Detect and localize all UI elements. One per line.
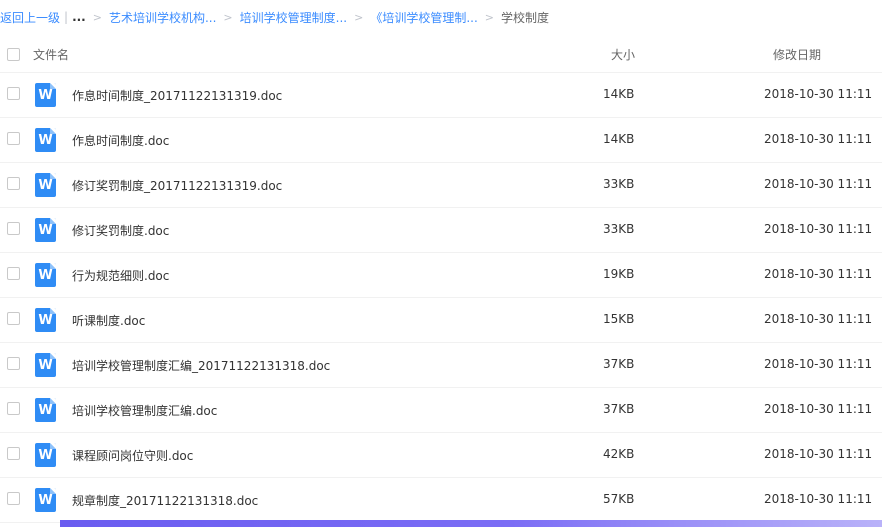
back-link[interactable]: 返回上一级 bbox=[0, 9, 60, 26]
file-row[interactable]: W 培训学校管理制度汇编.doc 37KB 2018-10-30 11:11 bbox=[0, 388, 882, 433]
file-modified-date: 2018-10-30 11:11 bbox=[764, 492, 873, 506]
file-size: 19KB bbox=[603, 267, 635, 281]
breadcrumb: 返回上一级 | ... > 艺术培训学校机构... > 培训学校管理制度... … bbox=[0, 0, 882, 34]
breadcrumb-ellipsis[interactable]: ... bbox=[72, 10, 86, 24]
breadcrumb-separator: > bbox=[223, 10, 233, 24]
file-name[interactable]: 作息时间制度.doc bbox=[72, 132, 169, 149]
file-modified-date: 2018-10-30 11:11 bbox=[764, 312, 873, 326]
word-doc-icon: W bbox=[35, 308, 56, 332]
file-list: W 作息时间制度_20171122131319.doc 14KB 2018-10… bbox=[0, 73, 882, 523]
file-name[interactable]: 修订奖罚制度.doc bbox=[72, 222, 169, 239]
file-name[interactable]: 培训学校管理制度汇编.doc bbox=[72, 402, 217, 419]
breadcrumb-separator: > bbox=[354, 10, 364, 24]
file-modified-date: 2018-10-30 11:11 bbox=[764, 267, 873, 281]
breadcrumb-item[interactable]: 艺术培训学校机构... bbox=[109, 9, 216, 26]
breadcrumb-item[interactable]: 《培训学校管理制... bbox=[370, 9, 477, 26]
file-row[interactable]: W 作息时间制度.doc 14KB 2018-10-30 11:11 bbox=[0, 118, 882, 163]
file-size: 14KB bbox=[603, 87, 635, 101]
file-name[interactable]: 修订奖罚制度_20171122131319.doc bbox=[72, 177, 282, 194]
file-row[interactable]: W 行为规范细则.doc 19KB 2018-10-30 11:11 bbox=[0, 253, 882, 298]
row-checkbox[interactable] bbox=[7, 402, 20, 415]
file-name[interactable]: 行为规范细则.doc bbox=[72, 267, 169, 284]
file-name[interactable]: 培训学校管理制度汇编_20171122131318.doc bbox=[72, 357, 330, 374]
file-modified-date: 2018-10-30 11:11 bbox=[764, 132, 873, 146]
word-doc-icon: W bbox=[35, 173, 56, 197]
row-checkbox[interactable] bbox=[7, 222, 20, 235]
file-list-header: 文件名 大小 修改日期 bbox=[0, 34, 882, 73]
breadcrumb-item[interactable]: 培训学校管理制度... bbox=[240, 9, 347, 26]
file-size: 37KB bbox=[603, 357, 635, 371]
row-checkbox[interactable] bbox=[7, 132, 20, 145]
breadcrumb-current: 学校制度 bbox=[500, 10, 549, 25]
word-doc-icon: W bbox=[35, 128, 56, 152]
column-header-modified[interactable]: 修改日期 bbox=[773, 46, 821, 63]
select-all-checkbox[interactable] bbox=[7, 48, 20, 61]
row-checkbox[interactable] bbox=[7, 312, 20, 325]
file-name[interactable]: 听课制度.doc bbox=[72, 312, 145, 329]
file-row[interactable]: W 作息时间制度_20171122131319.doc 14KB 2018-10… bbox=[0, 73, 882, 118]
breadcrumb-separator: > bbox=[484, 10, 494, 24]
bottom-banner-strip bbox=[60, 520, 882, 527]
row-checkbox[interactable] bbox=[7, 177, 20, 190]
file-modified-date: 2018-10-30 11:11 bbox=[764, 402, 873, 416]
file-size: 14KB bbox=[603, 132, 635, 146]
file-name[interactable]: 课程顾问岗位守则.doc bbox=[72, 447, 193, 464]
word-doc-icon: W bbox=[35, 443, 56, 467]
file-size: 33KB bbox=[603, 177, 635, 191]
file-modified-date: 2018-10-30 11:11 bbox=[764, 177, 873, 191]
column-header-size[interactable]: 大小 bbox=[611, 46, 635, 63]
word-doc-icon: W bbox=[35, 353, 56, 377]
column-header-name[interactable]: 文件名 bbox=[33, 46, 69, 63]
file-name[interactable]: 规章制度_20171122131318.doc bbox=[72, 492, 258, 509]
file-size: 37KB bbox=[603, 402, 635, 416]
file-row[interactable]: W 修订奖罚制度_20171122131319.doc 33KB 2018-10… bbox=[0, 163, 882, 208]
file-size: 15KB bbox=[603, 312, 635, 326]
breadcrumb-divider: | bbox=[64, 10, 69, 24]
file-modified-date: 2018-10-30 11:11 bbox=[764, 87, 873, 101]
file-row[interactable]: W 课程顾问岗位守则.doc 42KB 2018-10-30 11:11 bbox=[0, 433, 882, 478]
row-checkbox[interactable] bbox=[7, 87, 20, 100]
file-size: 42KB bbox=[603, 447, 635, 461]
file-modified-date: 2018-10-30 11:11 bbox=[764, 447, 873, 461]
word-doc-icon: W bbox=[35, 263, 56, 287]
word-doc-icon: W bbox=[35, 83, 56, 107]
row-checkbox[interactable] bbox=[7, 357, 20, 370]
row-checkbox[interactable] bbox=[7, 447, 20, 460]
file-row[interactable]: W 培训学校管理制度汇编_20171122131318.doc 37KB 201… bbox=[0, 343, 882, 388]
file-modified-date: 2018-10-30 11:11 bbox=[764, 357, 873, 371]
file-size: 57KB bbox=[603, 492, 635, 506]
row-checkbox[interactable] bbox=[7, 267, 20, 280]
file-row[interactable]: W 修订奖罚制度.doc 33KB 2018-10-30 11:11 bbox=[0, 208, 882, 253]
word-doc-icon: W bbox=[35, 488, 56, 512]
row-checkbox[interactable] bbox=[7, 492, 20, 505]
file-row[interactable]: W 听课制度.doc 15KB 2018-10-30 11:11 bbox=[0, 298, 882, 343]
word-doc-icon: W bbox=[35, 218, 56, 242]
word-doc-icon: W bbox=[35, 398, 56, 422]
file-size: 33KB bbox=[603, 222, 635, 236]
file-modified-date: 2018-10-30 11:11 bbox=[764, 222, 873, 236]
file-name[interactable]: 作息时间制度_20171122131319.doc bbox=[72, 87, 282, 104]
breadcrumb-separator: > bbox=[92, 10, 102, 24]
file-row[interactable]: W 规章制度_20171122131318.doc 57KB 2018-10-3… bbox=[0, 478, 882, 523]
